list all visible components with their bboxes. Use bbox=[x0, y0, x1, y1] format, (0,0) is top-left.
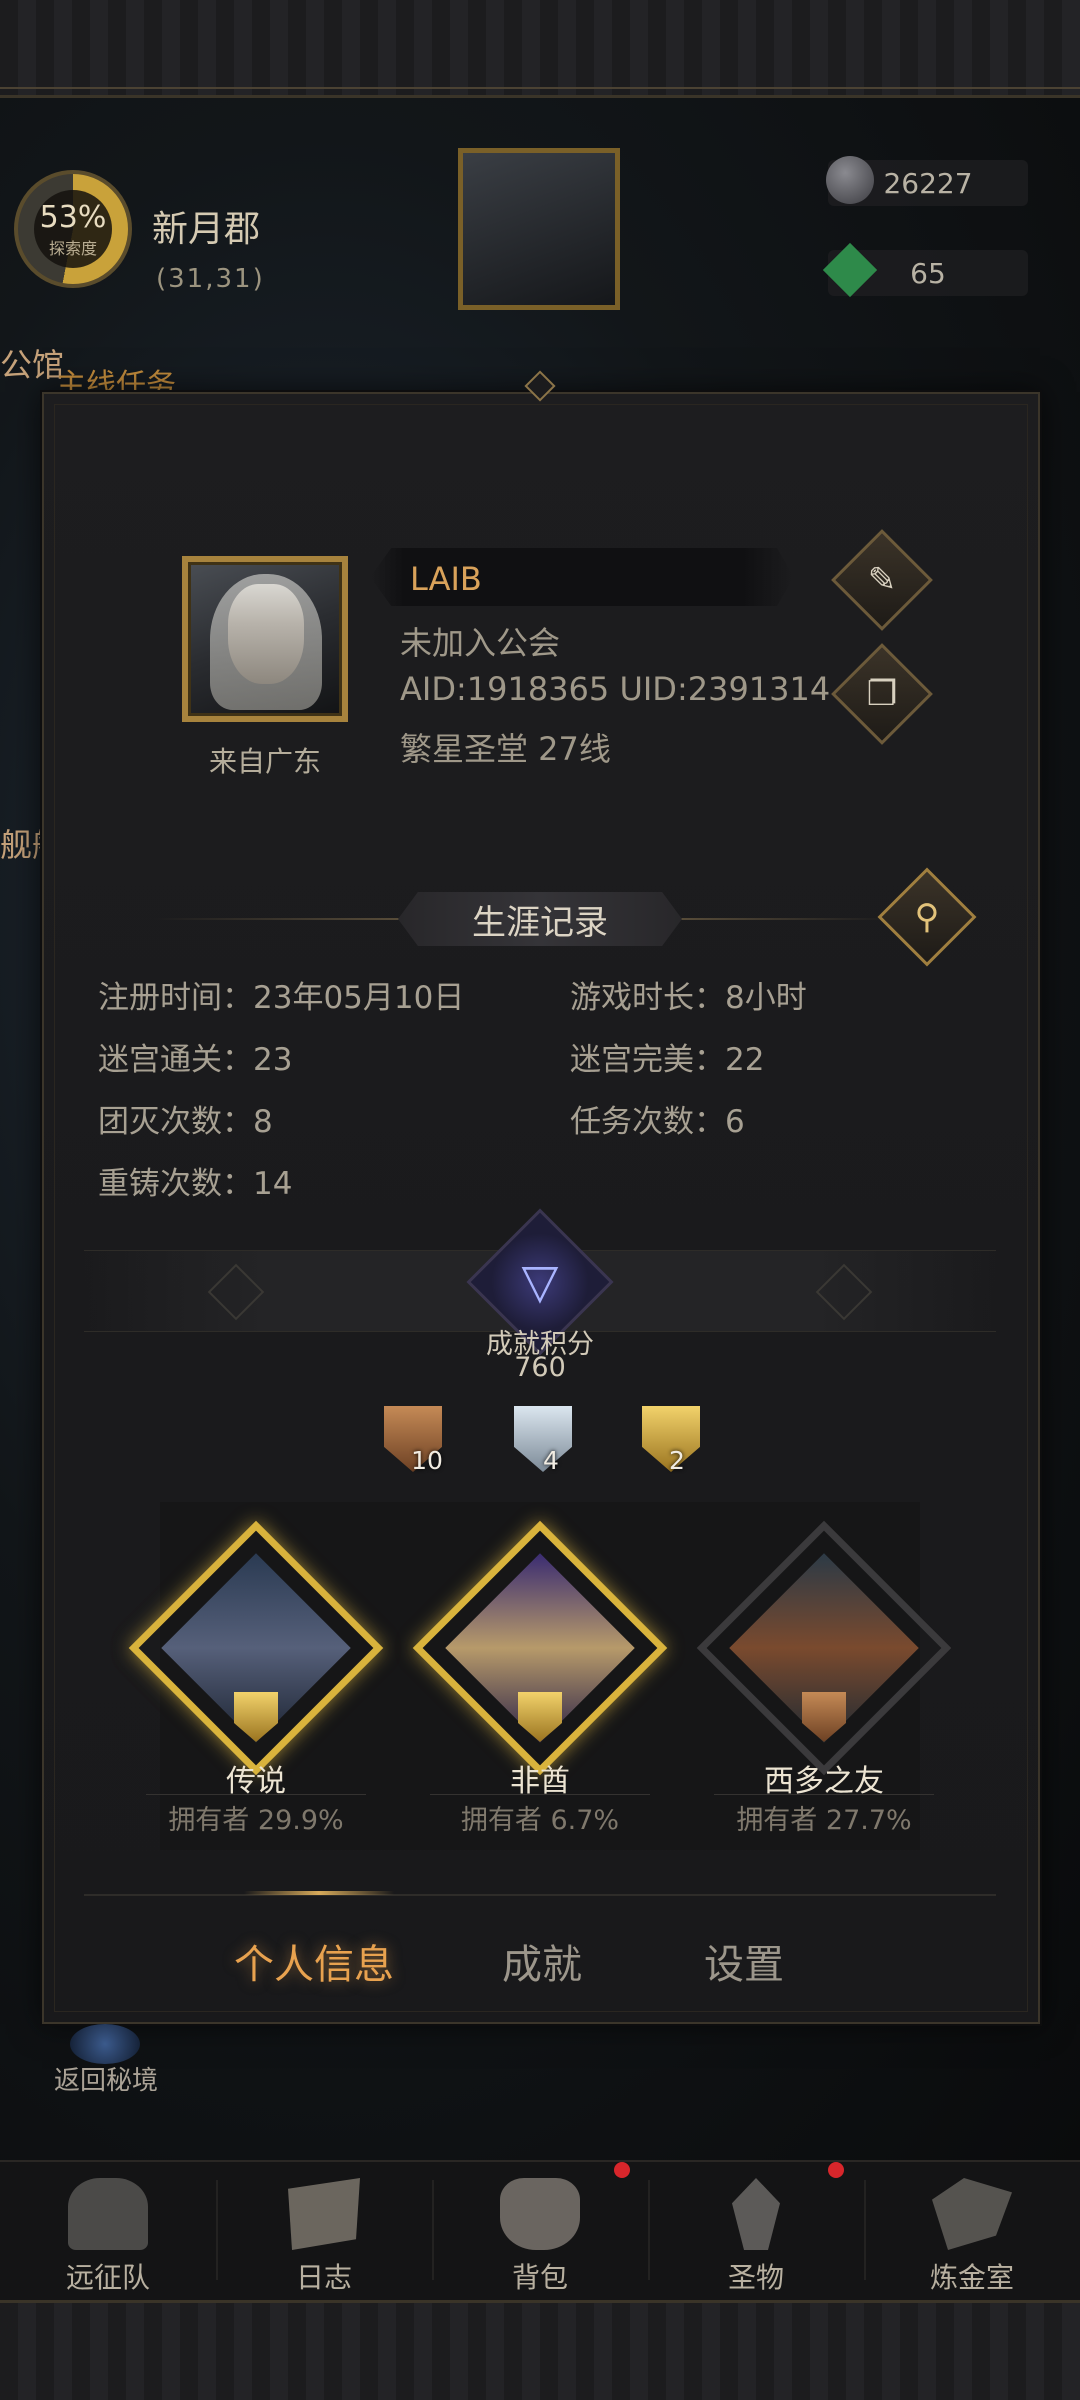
player-name: LAIB bbox=[410, 560, 482, 598]
stat-register-time: 注册时间：23年05月10日 bbox=[98, 980, 465, 1016]
bronze-medal-count: 10 bbox=[411, 1446, 443, 1475]
silver-medal-count: 4 bbox=[543, 1446, 559, 1475]
career-record-title: 生涯记录 bbox=[398, 892, 682, 946]
exploration-gauge[interactable]: 53% 探索度 bbox=[14, 170, 132, 288]
nav-alchemy[interactable]: 炼金室 bbox=[864, 2160, 1080, 2300]
bottom-frame bbox=[0, 2300, 1080, 2400]
nav-journal[interactable]: 日志 bbox=[216, 2160, 432, 2300]
divider bbox=[430, 1794, 650, 1795]
tab-settings[interactable]: 设置 bbox=[704, 1932, 784, 1990]
side-label-manor: 公馆 bbox=[0, 346, 65, 384]
avatar-face bbox=[228, 584, 304, 684]
player-origin: 来自广东 bbox=[208, 745, 321, 778]
achievement-owners: 拥有者 6.7% bbox=[460, 1805, 620, 1836]
achievement-owners: 拥有者 27.7% bbox=[736, 1805, 912, 1836]
portal-icon[interactable] bbox=[70, 2024, 140, 2064]
divider bbox=[146, 1794, 366, 1795]
helmet-icon bbox=[68, 2178, 148, 2250]
exploration-label: 探索度 bbox=[48, 238, 97, 258]
nav-label: 远征队 bbox=[65, 2261, 150, 2294]
nav-backpack[interactable]: 背包 bbox=[432, 2160, 648, 2300]
exploration-percent: 53% bbox=[39, 199, 107, 235]
tab-active-indicator bbox=[244, 1891, 394, 1895]
nav-relics[interactable]: 圣物 bbox=[648, 2160, 864, 2300]
nav-label: 炼金室 bbox=[929, 2261, 1014, 2294]
top-frame bbox=[0, 0, 1080, 98]
nav-label: 日志 bbox=[295, 2261, 352, 2294]
relic-icon bbox=[732, 2178, 780, 2250]
achievement-score: 760 bbox=[514, 1352, 566, 1383]
quill-icon: ✎ bbox=[867, 560, 897, 600]
notification-dot bbox=[828, 2162, 844, 2178]
stat-quest-count: 任务次数：6 bbox=[570, 1104, 745, 1140]
notification-dot bbox=[614, 2162, 630, 2178]
hud-player-portrait[interactable] bbox=[458, 148, 620, 310]
nav-label: 背包 bbox=[511, 2261, 568, 2294]
achievement-owners: 拥有者 29.9% bbox=[168, 1805, 344, 1836]
alchemy-icon bbox=[932, 2178, 1012, 2250]
stat-team-wipes: 团灭次数：8 bbox=[98, 1104, 273, 1140]
region-name: 新月郡 bbox=[152, 209, 261, 250]
section-divider-left bbox=[154, 918, 408, 920]
stat-dungeon-clears: 迷宫通关：23 bbox=[98, 1042, 293, 1078]
player-server: 繁星圣堂 27线 bbox=[400, 730, 611, 768]
magnifier-icon: ⚲ bbox=[914, 897, 940, 937]
return-realm-label[interactable]: 返回秘境 bbox=[54, 2060, 158, 2097]
nav-label: 圣物 bbox=[727, 2261, 784, 2294]
triangle-emblem-icon: ▽ bbox=[521, 1254, 559, 1310]
gold-medal-count: 2 bbox=[669, 1446, 685, 1475]
player-guild: 未加入公会 bbox=[400, 624, 561, 662]
player-avatar[interactable] bbox=[182, 556, 348, 722]
section-divider-right bbox=[672, 918, 892, 920]
player-ids: AID:1918365 UID:2391314 bbox=[400, 670, 831, 708]
tab-achievements[interactable]: 成就 bbox=[502, 1932, 582, 1990]
stat-reforge-count: 重铸次数：14 bbox=[98, 1166, 293, 1202]
nav-expedition[interactable]: 远征队 bbox=[0, 2160, 216, 2300]
divider bbox=[714, 1794, 934, 1795]
document-icon: ❐ bbox=[866, 674, 898, 714]
backpack-icon bbox=[500, 2178, 580, 2250]
stat-play-time: 游戏时长：8小时 bbox=[570, 980, 807, 1016]
region-coords: (31,31) bbox=[156, 264, 265, 294]
stat-dungeon-perfect: 迷宫完美：22 bbox=[570, 1042, 765, 1078]
tab-personal-info[interactable]: 个人信息 bbox=[234, 1932, 394, 1990]
scroll-icon bbox=[288, 2178, 360, 2250]
stone-icon bbox=[826, 156, 874, 204]
exploration-gauge-inner: 53% 探索度 bbox=[34, 190, 112, 268]
tab-bar-line bbox=[84, 1894, 996, 1896]
